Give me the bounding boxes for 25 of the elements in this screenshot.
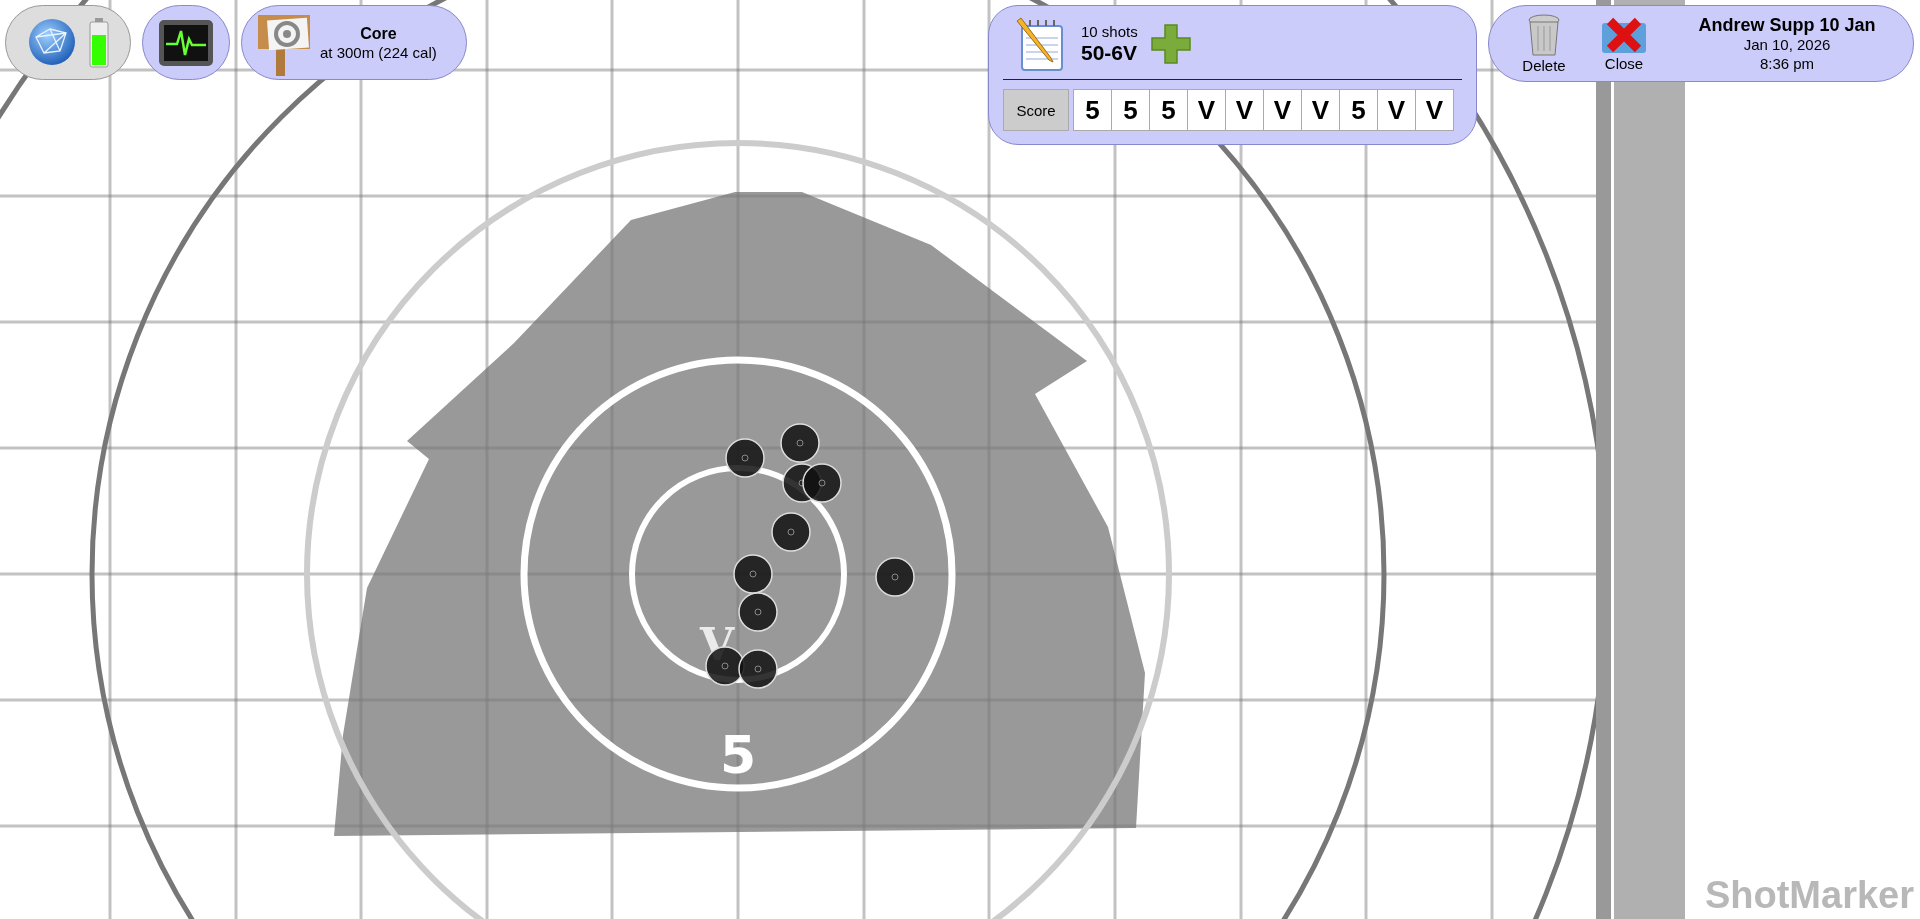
total-score: 50-6V [1081, 41, 1138, 65]
session-title: Core [360, 23, 397, 43]
shot-score[interactable]: V [1301, 90, 1339, 130]
shot-score[interactable]: V [1263, 90, 1301, 130]
session-button[interactable]: Core at 300m (224 cal) [241, 5, 467, 80]
trash-can-icon [1527, 13, 1561, 57]
shot-score[interactable]: V [1415, 90, 1453, 130]
close-button[interactable]: Close [1593, 15, 1655, 72]
record-time: 8:36 pm [1759, 53, 1815, 73]
delete-button[interactable]: Delete [1513, 13, 1575, 74]
shot-score[interactable]: V [1187, 90, 1225, 130]
shot-score[interactable]: 5 [1149, 90, 1187, 130]
shot-score[interactable]: V [1225, 90, 1263, 130]
ring-label: 5 [719, 725, 757, 785]
session-subtitle: at 300m (224 cal) [320, 42, 437, 62]
shot-count: 10 shots [1081, 23, 1138, 41]
shot-score[interactable]: 5 [1074, 90, 1111, 130]
score-label: Score [1003, 89, 1069, 131]
shot-score[interactable]: 5 [1111, 90, 1149, 130]
close-icon [1600, 15, 1648, 55]
battery-icon [88, 16, 110, 69]
record-name: Andrew Supp 10 Jan [1698, 14, 1876, 35]
record-date: Jan 10, 2026 [1743, 35, 1831, 54]
shot-score[interactable]: V [1377, 90, 1415, 130]
shot-score[interactable]: 5 [1339, 90, 1377, 130]
